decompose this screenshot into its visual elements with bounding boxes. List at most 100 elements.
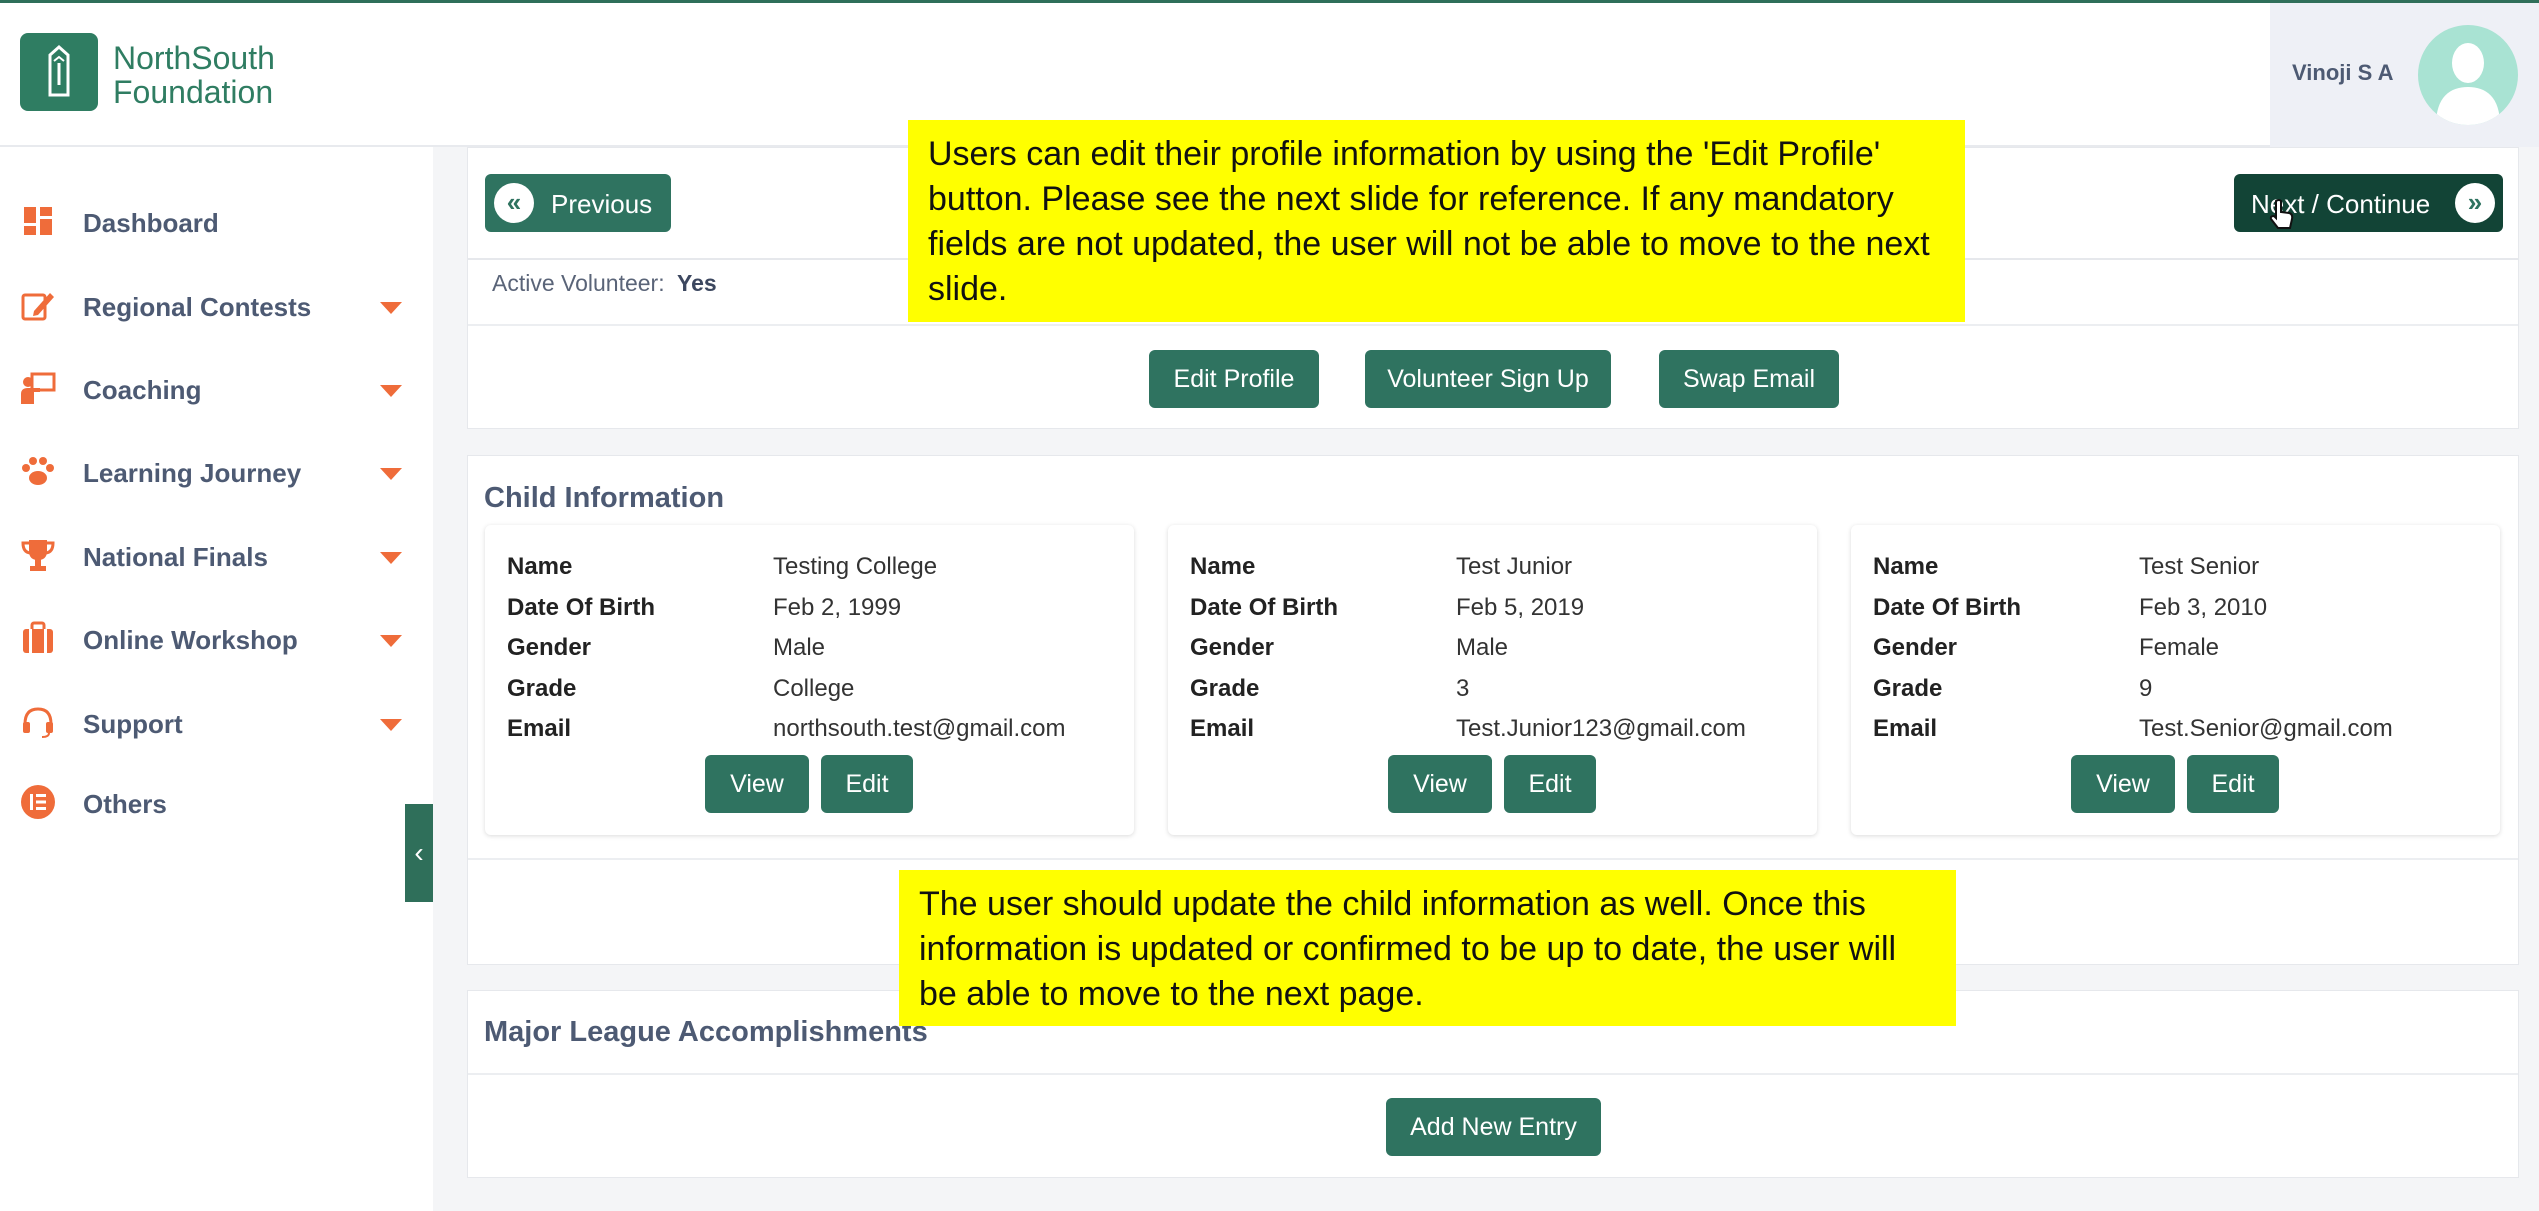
field-value: Female [2139, 634, 2220, 661]
hand-cursor-icon [2269, 199, 2294, 229]
child-field-email: Email Test.Junior123@gmail.com [1190, 715, 1790, 745]
brand-line-1: NorthSouth [113, 40, 275, 76]
sidebar-item-label: Regional Contests [83, 292, 312, 322]
view-child-button[interactable]: View [705, 755, 809, 813]
headset-icon [23, 707, 53, 738]
field-label: Name [507, 553, 573, 580]
child-field-grade: Grade College [507, 675, 1107, 705]
field-label: Email [1190, 715, 1255, 742]
sidebar-item-label: Online Workshop [83, 625, 298, 655]
previous-label: Previous [551, 189, 653, 219]
child-field-gender: Gender Female [1873, 634, 2473, 664]
field-value: Feb 2, 1999 [773, 594, 902, 621]
chevron-down-icon[interactable] [380, 719, 402, 731]
field-value: northsouth.test@gmail.com [773, 715, 1066, 742]
child-card-2: Name Test Junior Date Of Birth Feb 5, 2019… [1168, 525, 1817, 835]
sidebar-item-label: Dashboard [83, 208, 219, 238]
edit-child-button[interactable]: Edit [821, 755, 913, 813]
list-icon [21, 785, 55, 819]
sidebar-item-others[interactable]: Others [0, 771, 433, 831]
sidebar-item-learning-journey[interactable]: Learning Journey [0, 440, 433, 500]
active-volunteer-row: Active Volunteer: Yes [492, 270, 717, 297]
pencil-note-icon [21, 293, 54, 321]
sidebar-item-coaching[interactable]: Coaching [0, 357, 433, 417]
edit-child-button[interactable]: Edit [1504, 755, 1596, 813]
field-value: Testing College [773, 553, 938, 580]
child-field-gender: Gender Male [1190, 634, 1790, 664]
child-field-grade: Grade 3 [1190, 675, 1790, 705]
field-label: Name [1190, 553, 1256, 580]
active-volunteer-label: Active Volunteer: [492, 270, 665, 296]
field-value: Male [773, 634, 826, 661]
field-value: Male [1456, 634, 1509, 661]
sidebar-item-label: National Finals [83, 542, 268, 572]
instruction-callout-top: Users can edit their profile information… [908, 120, 1965, 322]
divider [468, 858, 2518, 860]
sidebar-item-regional-contests[interactable]: Regional Contests [0, 274, 433, 334]
view-child-button[interactable]: View [1388, 755, 1492, 813]
chevron-down-icon[interactable] [380, 552, 402, 564]
view-child-button[interactable]: View [2071, 755, 2175, 813]
child-field-name: Name Test Senior [1873, 553, 2473, 583]
brand-name[interactable]: NorthSouth Foundation [113, 41, 275, 109]
child-field-dob: Date Of Birth Feb 5, 2019 [1190, 594, 1790, 624]
edit-profile-button[interactable]: Edit Profile [1149, 350, 1319, 408]
chevron-left-icon: ‹ [414, 837, 424, 868]
user-menu[interactable]: Vinoji S A [2270, 3, 2539, 147]
sidebar-collapse-toggle[interactable]: ‹ [405, 804, 433, 902]
logo-icon[interactable] [20, 33, 98, 111]
active-volunteer-value: Yes [677, 270, 717, 296]
user-silhouette-icon [2436, 43, 2500, 125]
avatar[interactable] [2418, 25, 2518, 125]
chevron-down-icon[interactable] [380, 302, 402, 314]
field-label: Date Of Birth [1190, 594, 1339, 621]
previous-button[interactable]: « Previous [485, 174, 671, 232]
child-card-3: Name Test Senior Date Of Birth Feb 3, 2010… [1851, 525, 2500, 835]
volunteer-sign-up-button[interactable]: Volunteer Sign Up [1365, 350, 1611, 408]
sidebar-item-label: Support [83, 709, 183, 739]
brand-line-2: Foundation [113, 74, 274, 110]
field-value: Feb 3, 2010 [2139, 594, 2268, 621]
child-field-name: Name Testing College [507, 553, 1107, 583]
sidebar-item-label: Coaching [83, 375, 202, 405]
edit-child-button[interactable]: Edit [2187, 755, 2279, 813]
sidebar-item-label: Learning Journey [83, 458, 302, 488]
chevron-down-icon[interactable] [380, 635, 402, 647]
child-field-gender: Gender Male [507, 634, 1107, 664]
chevron-down-icon[interactable] [380, 468, 402, 480]
sidebar-item-support[interactable]: Support [0, 691, 433, 751]
child-field-dob: Date Of Birth Feb 2, 1999 [507, 594, 1107, 624]
field-label: Grade [507, 675, 577, 702]
briefcase-icon [23, 621, 53, 653]
field-label: Gender [507, 634, 592, 661]
sidebar-item-label: Others [83, 789, 167, 819]
field-value: 9 [2139, 675, 2153, 702]
field-label: Gender [1873, 634, 1958, 661]
sidebar-item-online-workshop[interactable]: Online Workshop [0, 607, 433, 667]
swap-email-button[interactable]: Swap Email [1659, 350, 1839, 408]
paw-icon [22, 457, 54, 485]
sidebar-item-dashboard[interactable]: Dashboard [0, 190, 433, 250]
divider [468, 324, 2518, 326]
field-label: Name [1873, 553, 1939, 580]
field-value: 3 [1456, 675, 1470, 702]
chevron-down-icon[interactable] [380, 385, 402, 397]
field-value: Test.Junior123@gmail.com [1456, 715, 1746, 742]
dashboard-icon [24, 207, 52, 235]
divider [468, 1073, 2518, 1075]
field-label: Email [507, 715, 572, 742]
field-label: Gender [1190, 634, 1275, 661]
add-new-entry-button[interactable]: Add New Entry [1386, 1098, 1601, 1156]
trophy-icon [21, 540, 55, 571]
field-label: Grade [1873, 675, 1943, 702]
field-label: Email [1873, 715, 1938, 742]
sidebar-item-national-finals[interactable]: National Finals [0, 524, 433, 584]
field-value: Test Senior [2139, 553, 2260, 580]
sidebar: Dashboard Regional Contests Coaching Lea… [0, 147, 433, 1211]
field-value: College [773, 675, 855, 702]
field-label: Date Of Birth [1873, 594, 2022, 621]
field-value: Test Junior [1456, 553, 1573, 580]
child-card-1: Name Testing College Date Of Birth Feb 2, … [485, 525, 1134, 835]
instruction-callout-bottom: The user should update the child informa… [899, 870, 1956, 1026]
major-league-title: Major League Accomplishments [484, 1016, 928, 1048]
